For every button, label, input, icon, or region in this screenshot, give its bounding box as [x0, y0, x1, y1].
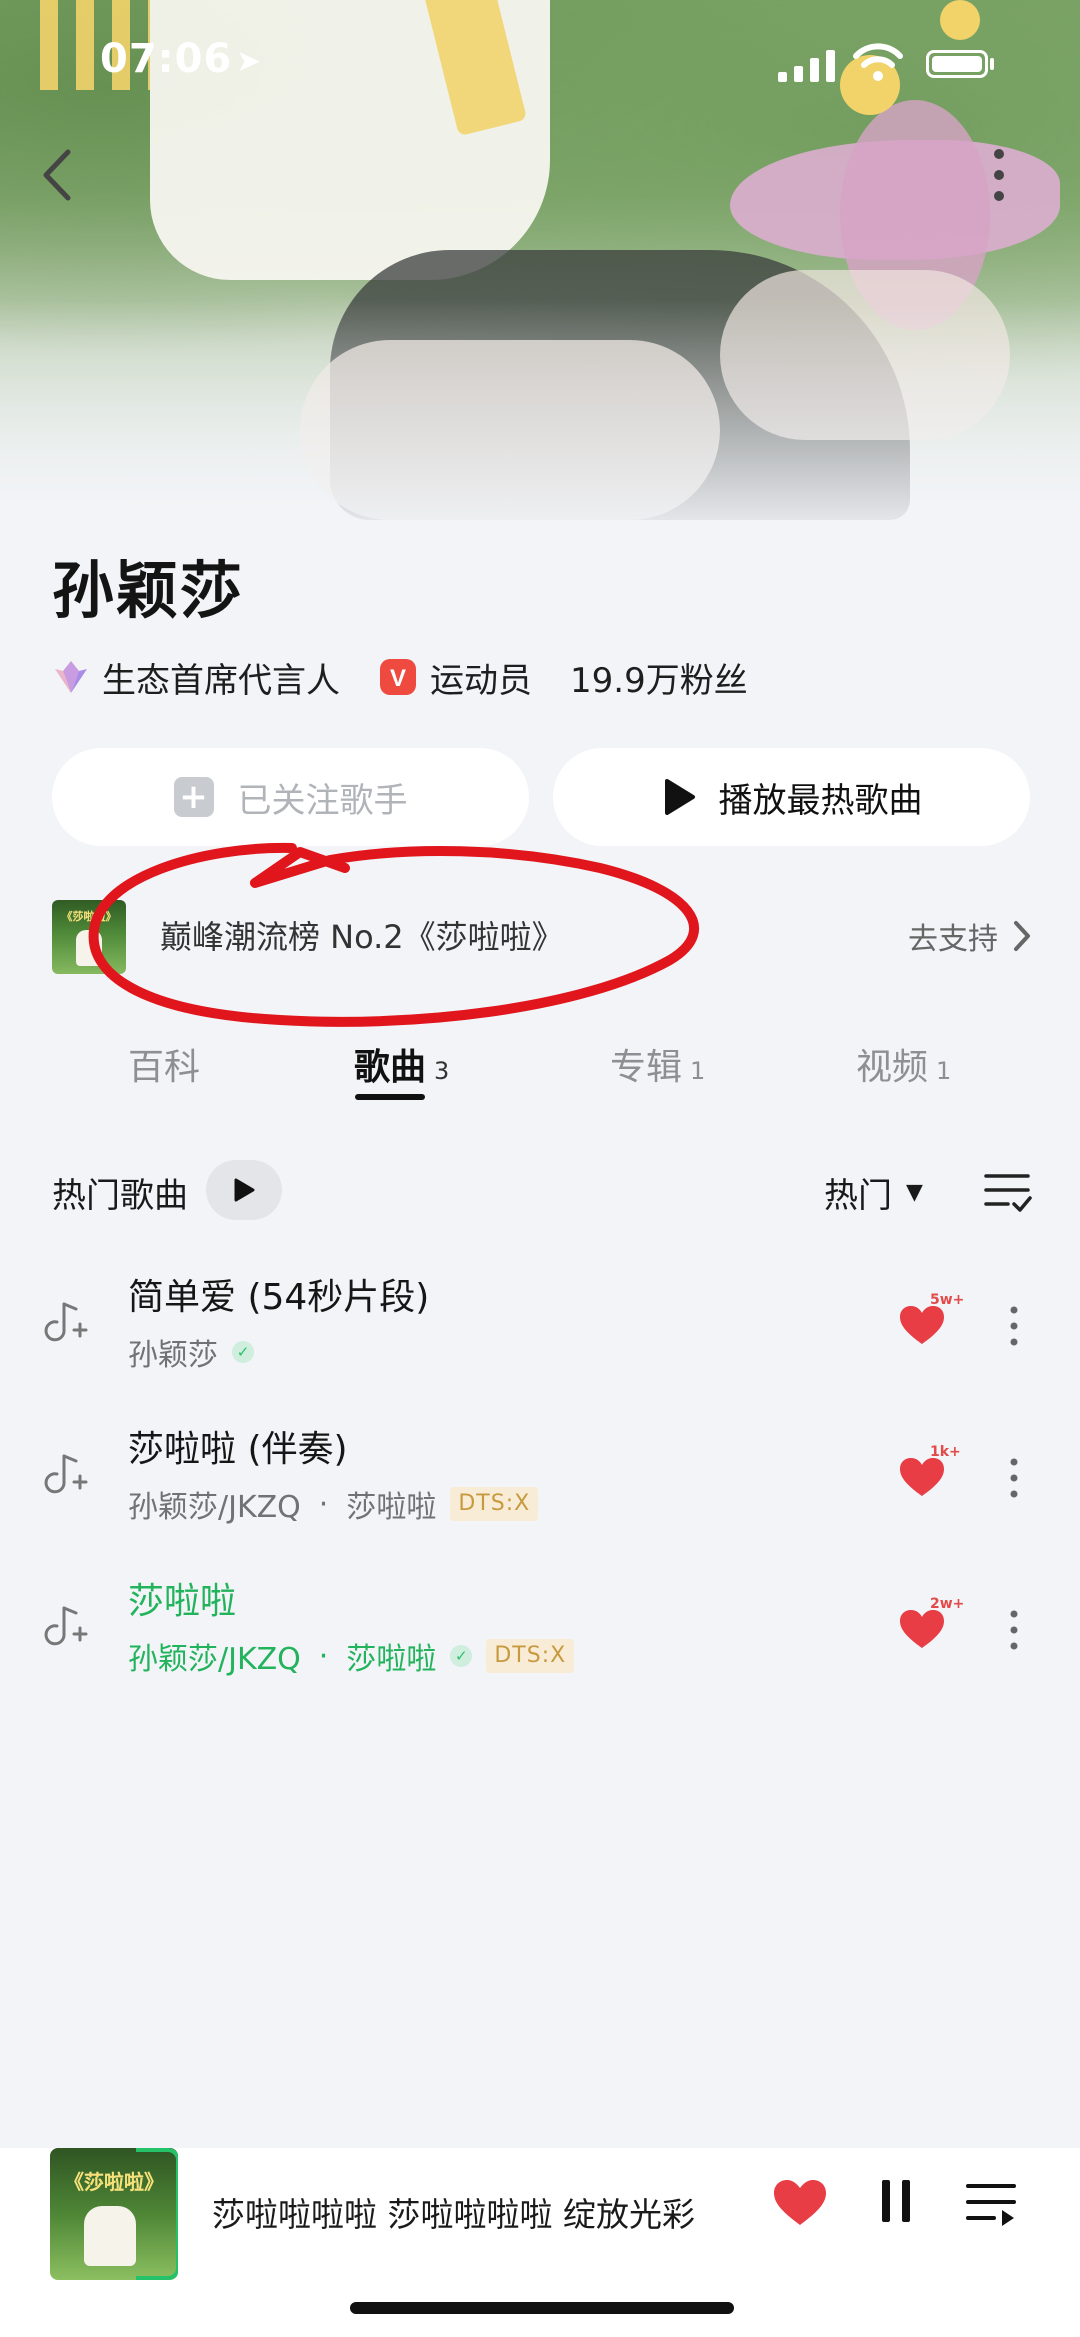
cellular-signal-icon: [778, 48, 838, 82]
now-playing-cover[interactable]: 《莎啦啦》: [50, 2148, 178, 2280]
song-row[interactable]: 简单爱 (54秒片段) 孙颖莎 ✓ 5w+: [0, 1258, 1080, 1388]
song-row[interactable]: 莎啦啦 (伴奏) 孙颖莎/JKZQ · 莎啦啦 DTS:X 1k+: [0, 1410, 1080, 1540]
multi-select-icon[interactable]: [982, 1170, 1032, 1214]
artist-page: 07:06 ➤ 孙颖莎 生态首席代言人 V 运动员 19.9万粉丝 + 已关注歌…: [0, 0, 1080, 2337]
song-title: 简单爱 (54秒片段): [128, 1277, 430, 1318]
add-to-playlist-icon[interactable]: [44, 1300, 88, 1346]
playback-progress-ring: [136, 2148, 178, 2280]
verified-check-icon: ✓: [232, 1341, 254, 1363]
svg-text:V: V: [390, 665, 406, 692]
support-link[interactable]: 去支持: [908, 914, 1032, 958]
add-to-playlist-icon[interactable]: [44, 1604, 88, 1650]
diamond-icon: [55, 661, 87, 693]
caret-down-icon: ▼: [906, 1180, 923, 1205]
hot-songs-title: 热门歌曲: [52, 1176, 188, 1216]
followed-artist-button[interactable]: + 已关注歌手: [52, 748, 529, 846]
like-count: 5w+: [930, 1292, 965, 1308]
play-icon: [664, 779, 695, 815]
banner-chart-text: 巅峰潮流榜 No.2《莎啦啦》: [160, 918, 564, 956]
song-artist[interactable]: 孙颖莎/JKZQ: [128, 1634, 301, 1678]
fans-count: 19.9万粉丝: [570, 660, 748, 701]
pause-icon[interactable]: [878, 2178, 914, 2224]
song-meta: 孙颖莎/JKZQ · 莎啦啦 DTS:X: [128, 1482, 539, 1526]
chart-banner[interactable]: 《莎啦啦》 巅峰潮流榜 No.2《莎啦啦》 去支持: [52, 888, 1032, 982]
play-icon: [234, 1178, 255, 1202]
active-tab-indicator: [355, 1094, 425, 1100]
song-more-icon[interactable]: [1006, 1608, 1022, 1652]
song-meta: 孙颖莎 ✓: [128, 1330, 254, 1374]
song-meta: 孙颖莎/JKZQ · 莎啦啦 ✓ DTS:X: [128, 1634, 575, 1678]
dts-badge: DTS:X: [450, 1487, 539, 1521]
home-indicator: [350, 2302, 734, 2314]
song-title: 莎啦啦: [128, 1581, 237, 1622]
tag-athlete[interactable]: V 运动员: [378, 653, 532, 702]
heart-icon[interactable]: [898, 1608, 946, 1650]
more-options-icon[interactable]: [976, 140, 1022, 210]
battery-icon: [926, 50, 988, 78]
song-artist[interactable]: 孙颖莎/JKZQ: [128, 1482, 301, 1526]
playlist-queue-icon[interactable]: [964, 2182, 1018, 2226]
tag-athlete-label: 运动员: [430, 660, 532, 701]
content-tabs: 百科 歌曲 3 专辑 1 视频 1: [0, 1030, 1080, 1130]
artist-tags: 生态首席代言人 V 运动员 19.9万粉丝: [52, 650, 786, 704]
status-time: 07:06: [100, 36, 233, 82]
heart-icon[interactable]: [898, 1304, 946, 1346]
sort-dropdown[interactable]: 热门 ▼: [824, 1168, 923, 1217]
tab-songs[interactable]: 歌曲 3: [354, 1038, 449, 1090]
tab-albums[interactable]: 专辑 1: [610, 1038, 705, 1090]
like-count: 2w+: [930, 1596, 965, 1612]
song-list-header: 热门歌曲 热门 ▼: [52, 1160, 1032, 1224]
v-badge-icon: V: [380, 659, 416, 695]
back-arrow-icon[interactable]: [34, 140, 82, 210]
tag-ambassador-label: 生态首席代言人: [102, 660, 340, 701]
song-row-now-playing[interactable]: 莎啦啦 孙颖莎/JKZQ · 莎啦啦 ✓ DTS:X 2w+: [0, 1562, 1080, 1692]
chevron-right-icon: [1014, 921, 1030, 951]
plus-icon: +: [173, 777, 214, 817]
verified-check-icon: ✓: [450, 1645, 473, 1667]
song-more-icon[interactable]: [1006, 1304, 1022, 1348]
tab-videos[interactable]: 视频 1: [856, 1038, 951, 1090]
now-playing-lyric: 莎啦啦啦啦 莎啦啦啦啦 绽放光彩: [212, 2195, 695, 2234]
artist-name: 孙颖莎: [52, 554, 245, 627]
song-artist[interactable]: 孙颖莎: [128, 1330, 218, 1374]
play-hottest-songs-button[interactable]: 播放最热歌曲: [553, 748, 1030, 846]
song-album[interactable]: 莎啦啦: [346, 1482, 436, 1526]
tab-wiki[interactable]: 百科: [128, 1038, 200, 1090]
follow-label: 已关注歌手: [237, 780, 408, 821]
status-bar: 07:06 ➤: [0, 0, 1080, 130]
song-album[interactable]: 莎啦啦: [346, 1634, 436, 1678]
wifi-icon: [853, 43, 903, 81]
heart-icon[interactable]: [898, 1456, 946, 1498]
song-more-icon[interactable]: [1006, 1456, 1022, 1500]
like-count: 1k+: [930, 1444, 961, 1460]
play-all-button[interactable]: [206, 1160, 282, 1220]
location-arrow-icon: ➤: [236, 44, 262, 79]
play-hottest-label: 播放最热歌曲: [718, 780, 923, 821]
heart-icon[interactable]: [772, 2178, 828, 2228]
add-to-playlist-icon[interactable]: [44, 1452, 88, 1498]
tag-ambassador[interactable]: 生态首席代言人: [52, 653, 340, 702]
dts-badge: DTS:X: [486, 1639, 575, 1673]
song-title: 莎啦啦 (伴奏): [128, 1429, 348, 1470]
banner-album-thumbnail: 《莎啦啦》: [52, 900, 126, 974]
